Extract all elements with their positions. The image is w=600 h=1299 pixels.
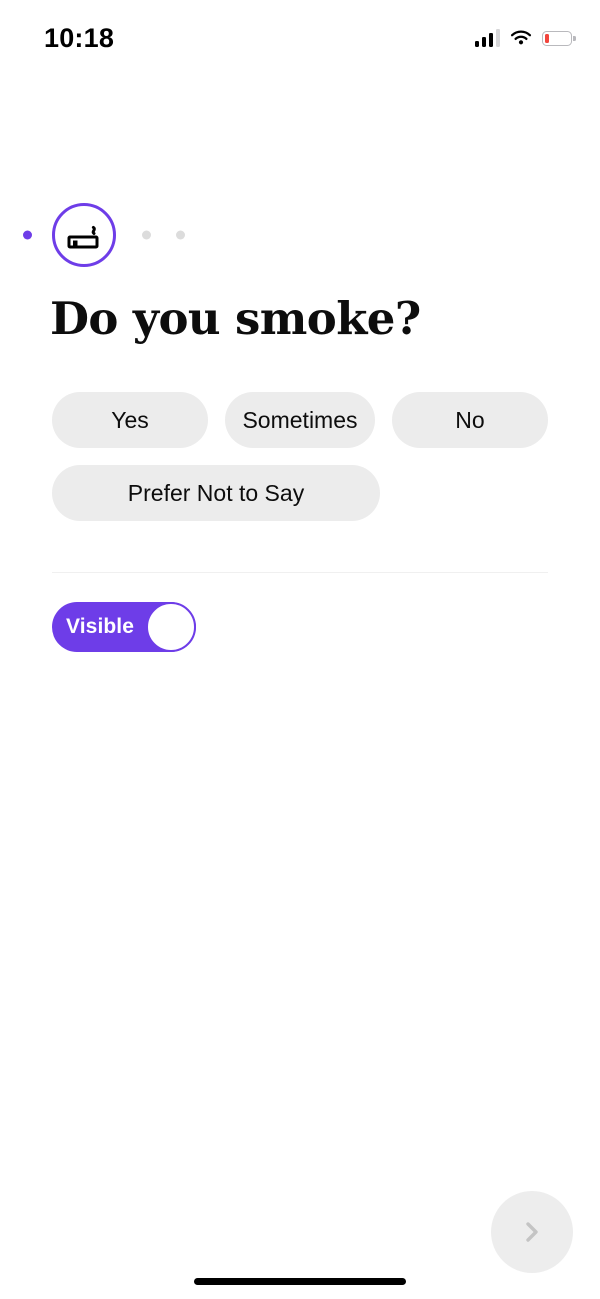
chevron-right-icon xyxy=(517,1217,547,1247)
option-chip-sometimes[interactable]: Sometimes xyxy=(225,392,375,448)
cellular-signal-icon xyxy=(474,29,500,47)
step-dot-completed xyxy=(23,230,32,240)
option-chip-no[interactable]: No xyxy=(392,392,548,448)
battery-low-icon xyxy=(542,30,576,46)
progress-steps xyxy=(0,203,600,267)
visibility-toggle-knob[interactable] xyxy=(146,602,196,652)
step-current-cigarette xyxy=(52,203,116,267)
app-screen: 10:18 Do you smoke? Yes Sometimes No Pre… xyxy=(0,0,600,1299)
home-indicator xyxy=(194,1278,406,1285)
section-divider xyxy=(52,572,548,573)
option-chip-prefer-not-to-say[interactable]: Prefer Not to Say xyxy=(52,465,380,521)
page-title: Do you smoke? xyxy=(50,292,421,345)
status-indicators xyxy=(474,26,576,50)
status-bar: 10:18 xyxy=(0,0,600,76)
option-chip-group: Yes Sometimes No Prefer Not to Say xyxy=(52,392,552,521)
step-dot-upcoming-2 xyxy=(176,230,185,240)
status-time: 10:18 xyxy=(44,23,115,53)
step-dot-upcoming-1 xyxy=(142,230,151,240)
cigarette-icon xyxy=(65,218,103,252)
visibility-toggle-label: Visible xyxy=(66,615,135,638)
wifi-icon xyxy=(509,29,533,47)
option-chip-yes[interactable]: Yes xyxy=(52,392,208,448)
visibility-toggle[interactable]: Visible xyxy=(52,602,196,652)
next-button[interactable] xyxy=(491,1191,573,1273)
